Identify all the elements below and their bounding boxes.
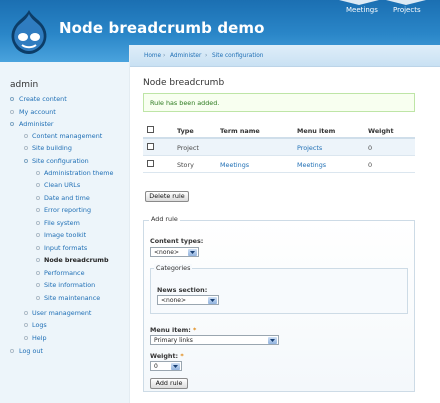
sidebar-item-administration-theme[interactable]: Administration theme (44, 169, 113, 177)
weight-label: Weight: * (150, 352, 184, 360)
sidebar-item-administer[interactable]: Administer (19, 120, 54, 128)
sidebar-item-site-building[interactable]: Site building (32, 144, 72, 152)
sidebar-item-performance[interactable]: Performance (44, 269, 85, 277)
table-row: Project Projects 0 (143, 139, 415, 156)
sidebar-item-date-and-time[interactable]: Date and time (44, 194, 90, 202)
bullet-icon (36, 258, 40, 262)
news-section-value: <none> (161, 297, 187, 304)
breadcrumb-administer[interactable]: Administer (170, 53, 201, 59)
sidebar-item-logs[interactable]: Logs (32, 321, 47, 329)
sidebar-item-site-information[interactable]: Site information (44, 281, 95, 289)
bullet-icon (36, 171, 40, 175)
bullet-icon (24, 134, 28, 138)
cell-menu-item[interactable]: Meetings (297, 161, 326, 169)
sidebar-item-user-management[interactable]: User management (32, 309, 91, 317)
news-section-select[interactable]: <none> (157, 295, 219, 305)
bullet-icon (36, 246, 40, 250)
chevron-down-icon[interactable] (268, 337, 277, 344)
column-header-term-name[interactable]: Term name (220, 127, 260, 135)
required-marker: * (193, 326, 197, 334)
chevron-down-icon[interactable] (208, 297, 217, 304)
select-all-checkbox[interactable] (147, 126, 154, 133)
column-header-type[interactable]: Type (177, 127, 194, 135)
content-types-value: <none> (154, 249, 180, 256)
primary-link-projects[interactable]: Projects (393, 6, 421, 14)
chevron-down-icon[interactable] (188, 249, 197, 256)
cell-term-name[interactable]: Meetings (220, 161, 249, 169)
sidebar-item-my-account[interactable]: My account (19, 108, 56, 116)
breadcrumb-home[interactable]: Home (144, 53, 161, 59)
column-header-menu-item[interactable]: Menu item (297, 127, 335, 135)
breadcrumb-separator: › (205, 53, 208, 59)
content-types-label: Content types: (150, 237, 204, 245)
sidebar-item-input-formats[interactable]: Input formats (44, 244, 87, 252)
bullet-icon (10, 349, 14, 353)
sidebar-item-error-reporting[interactable]: Error reporting (44, 206, 91, 214)
bullet-icon (36, 296, 40, 300)
sidebar-item-log-out[interactable]: Log out (19, 347, 43, 355)
bullet-icon (24, 159, 28, 163)
content-types-select[interactable]: <none> (150, 247, 199, 257)
sidebar-title: admin (10, 80, 39, 90)
weight-value: 0 (154, 363, 158, 370)
tab-marker-icon (386, 0, 426, 5)
drupal-logo-icon[interactable] (9, 9, 49, 55)
page-title: Node breadcrumb (143, 78, 225, 88)
menu-item-label: Menu item: * (150, 326, 196, 334)
add-rule-button[interactable]: Add rule (150, 378, 188, 389)
bullet-icon (10, 122, 14, 126)
primary-link-meetings[interactable]: Meetings (346, 6, 378, 14)
bullet-icon (36, 196, 40, 200)
bullet-icon (36, 233, 40, 237)
bullet-icon (36, 208, 40, 212)
tab-marker-icon (339, 0, 379, 5)
add-rule-legend: Add rule (149, 215, 180, 223)
bullet-icon (36, 183, 40, 187)
categories-legend: Categories (154, 264, 193, 272)
table-header-row: Type Term name Menu item Weight (143, 122, 415, 139)
bullet-icon (10, 97, 14, 101)
cell-weight: 0 (368, 161, 373, 169)
sidebar-item-clean-urls[interactable]: Clean URLs (44, 181, 80, 189)
sidebar-item-file-system[interactable]: File system (44, 219, 80, 227)
bullet-icon (24, 311, 28, 315)
sidebar-item-help[interactable]: Help (32, 334, 47, 342)
breadcrumb: Home › Administer › Site configuration (130, 45, 440, 67)
weight-label-text: Weight: (150, 352, 179, 360)
bullet-icon (10, 110, 14, 114)
chevron-down-icon[interactable] (171, 363, 180, 370)
site-name[interactable]: Node breadcrumb demo (59, 19, 265, 37)
row-checkbox[interactable] (147, 160, 154, 167)
status-message: Rule has been added. (143, 93, 415, 112)
news-section-label: News section: (157, 286, 208, 294)
status-message-text: Rule has been added. (150, 99, 220, 107)
bullet-icon (36, 221, 40, 225)
bullet-icon (36, 271, 40, 275)
delete-rule-button[interactable]: Delete rule (145, 191, 189, 202)
sidebar-item-image-toolkit[interactable]: Image toolkit (44, 231, 86, 239)
breadcrumb-site-configuration[interactable]: Site configuration (212, 53, 263, 59)
cell-weight: 0 (368, 144, 373, 152)
cell-type: Project (177, 144, 199, 152)
menu-item-select[interactable]: Primary links (150, 335, 279, 345)
cell-menu-item[interactable]: Projects (297, 144, 322, 152)
sidebar-item-node-breadcrumb[interactable]: Node breadcrumb (44, 256, 109, 264)
bullet-icon (24, 336, 28, 340)
menu-item-value: Primary links (154, 337, 193, 344)
cell-type: Story (177, 161, 194, 169)
sidebar-item-site-configuration[interactable]: Site configuration (32, 157, 89, 165)
bullet-icon (24, 323, 28, 327)
sidebar-item-create-content[interactable]: Create content (19, 95, 67, 103)
column-header-weight[interactable]: Weight (368, 127, 394, 135)
weight-select[interactable]: 0 (150, 361, 182, 371)
bullet-icon (36, 283, 40, 287)
bullet-icon (24, 146, 28, 150)
menu-item-label-text: Menu item: (150, 326, 191, 334)
row-checkbox[interactable] (147, 143, 154, 150)
table-row: Story Meetings Meetings 0 (143, 156, 415, 173)
sidebar-item-site-maintenance[interactable]: Site maintenance (44, 294, 100, 302)
breadcrumb-separator: › (163, 53, 166, 59)
required-marker: * (180, 352, 184, 360)
sidebar-item-content-management[interactable]: Content management (32, 132, 102, 140)
